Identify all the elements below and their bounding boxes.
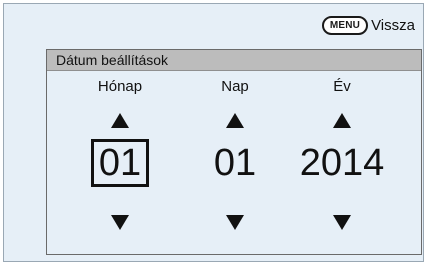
month-column: Hónap 01 xyxy=(65,71,175,251)
month-down-arrow-icon[interactable] xyxy=(111,215,129,230)
back-label: Vissza xyxy=(371,16,415,34)
day-value-text: 01 xyxy=(213,142,257,184)
year-label: Év xyxy=(333,78,351,95)
month-up-arrow-icon[interactable] xyxy=(111,113,129,128)
month-value-text: 01 xyxy=(90,139,150,187)
month-label: Hónap xyxy=(97,78,143,95)
day-value[interactable]: 01 xyxy=(180,139,290,187)
day-down-arrow-icon[interactable] xyxy=(226,215,244,230)
date-settings-panel: Dátum beállítások Hónap 01 Nap 01 Év 201… xyxy=(46,49,422,255)
menu-button-icon[interactable]: MENU xyxy=(321,15,369,35)
year-column: Év 2014 xyxy=(287,71,397,251)
back-control[interactable]: MENU Vissza xyxy=(321,13,415,37)
date-settings-screen: MENU Vissza Dátum beállítások Hónap 01 N… xyxy=(3,3,424,262)
year-down-arrow-icon[interactable] xyxy=(333,215,351,230)
panel-title: Dátum beállítások xyxy=(47,50,421,71)
year-up-arrow-icon[interactable] xyxy=(333,113,351,128)
day-up-arrow-icon[interactable] xyxy=(226,113,244,128)
day-label: Nap xyxy=(221,78,249,95)
year-value[interactable]: 2014 xyxy=(287,139,397,187)
month-value[interactable]: 01 xyxy=(65,139,175,187)
year-value-text: 2014 xyxy=(299,142,385,184)
day-column: Nap 01 xyxy=(180,71,290,251)
